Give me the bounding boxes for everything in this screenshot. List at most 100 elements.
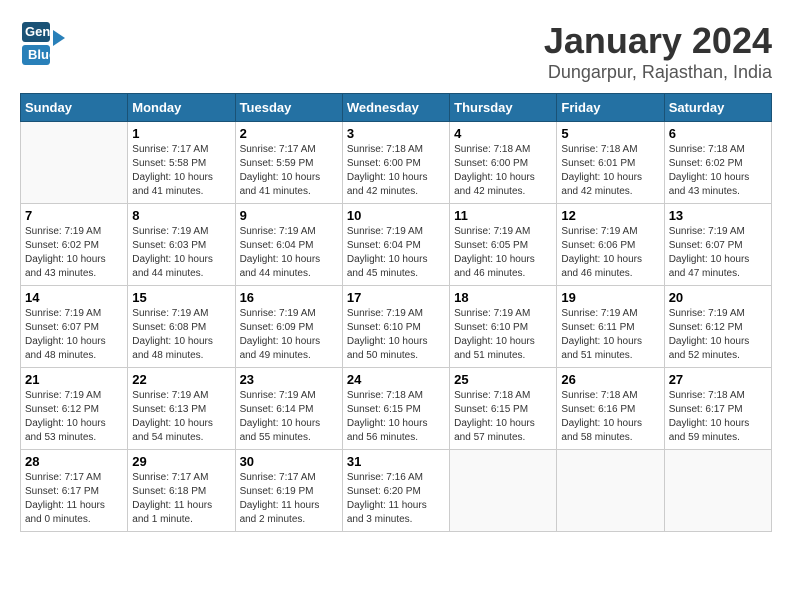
day-number: 17 <box>347 290 445 305</box>
calendar-cell: 12 Sunrise: 7:19 AM Sunset: 6:06 PM Dayli… <box>557 204 664 286</box>
day-info: Sunrise: 7:19 AM Sunset: 6:10 PM Dayligh… <box>347 307 445 363</box>
day-number: 11 <box>454 208 552 223</box>
day-number: 19 <box>561 290 659 305</box>
calendar-body: 1 Sunrise: 7:17 AM Sunset: 5:58 PM Daylig… <box>21 122 772 532</box>
day-info: Sunrise: 7:18 AM Sunset: 6:16 PM Dayligh… <box>561 389 659 445</box>
day-number: 16 <box>240 290 338 305</box>
day-number: 27 <box>669 372 767 387</box>
logo-svg: General Blue <box>20 20 80 70</box>
calendar-cell <box>664 450 771 532</box>
day-number: 8 <box>132 208 230 223</box>
day-info: Sunrise: 7:19 AM Sunset: 6:13 PM Dayligh… <box>132 389 230 445</box>
calendar-cell: 1 Sunrise: 7:17 AM Sunset: 5:58 PM Daylig… <box>128 122 235 204</box>
day-number: 6 <box>669 126 767 141</box>
day-number: 21 <box>25 372 123 387</box>
week-row-5: 28 Sunrise: 7:17 AM Sunset: 6:17 PM Dayli… <box>21 450 772 532</box>
calendar-cell: 20 Sunrise: 7:19 AM Sunset: 6:12 PM Dayli… <box>664 286 771 368</box>
calendar-cell: 13Sunrise: 7:19 AM Sunset: 6:07 PM Dayli… <box>664 204 771 286</box>
calendar-cell <box>21 122 128 204</box>
weekday-tuesday: Tuesday <box>235 94 342 122</box>
day-info: Sunrise: 7:19 AM Sunset: 6:08 PM Dayligh… <box>132 307 230 363</box>
day-number: 20 <box>669 290 767 305</box>
day-number: 28 <box>25 454 123 469</box>
weekday-wednesday: Wednesday <box>342 94 449 122</box>
calendar-cell: 27 Sunrise: 7:18 AM Sunset: 6:17 PM Dayli… <box>664 368 771 450</box>
calendar-cell: 14Sunrise: 7:19 AM Sunset: 6:07 PM Dayli… <box>21 286 128 368</box>
day-number: 13 <box>669 208 767 223</box>
day-number: 31 <box>347 454 445 469</box>
day-info: Sunrise: 7:19 AM Sunset: 6:12 PM Dayligh… <box>669 307 767 363</box>
day-info: Sunrise: 7:19 AM Sunset: 6:10 PM Dayligh… <box>454 307 552 363</box>
calendar-cell: 24 Sunrise: 7:18 AM Sunset: 6:15 PM Dayli… <box>342 368 449 450</box>
calendar-cell: 16 Sunrise: 7:19 AM Sunset: 6:09 PM Dayli… <box>235 286 342 368</box>
calendar-cell: 30Sunrise: 7:17 AM Sunset: 6:19 PM Dayli… <box>235 450 342 532</box>
logo: General Blue <box>20 20 80 70</box>
calendar-cell: 22 Sunrise: 7:19 AM Sunset: 6:13 PM Dayli… <box>128 368 235 450</box>
day-info: Sunrise: 7:18 AM Sunset: 6:02 PM Dayligh… <box>669 143 767 199</box>
weekday-sunday: Sunday <box>21 94 128 122</box>
day-info: Sunrise: 7:17 AM Sunset: 5:59 PM Dayligh… <box>240 143 338 199</box>
day-info: Sunrise: 7:19 AM Sunset: 6:02 PM Dayligh… <box>25 225 123 281</box>
day-number: 10 <box>347 208 445 223</box>
calendar-cell: 2 Sunrise: 7:17 AM Sunset: 5:59 PM Daylig… <box>235 122 342 204</box>
calendar-cell: 10 Sunrise: 7:19 AM Sunset: 6:04 PM Dayli… <box>342 204 449 286</box>
calendar-cell: 6 Sunrise: 7:18 AM Sunset: 6:02 PM Daylig… <box>664 122 771 204</box>
calendar-cell: 23 Sunrise: 7:19 AM Sunset: 6:14 PM Dayli… <box>235 368 342 450</box>
day-info: Sunrise: 7:18 AM Sunset: 6:15 PM Dayligh… <box>454 389 552 445</box>
day-number: 25 <box>454 372 552 387</box>
day-number: 4 <box>454 126 552 141</box>
day-info: Sunrise: 7:17 AM Sunset: 6:18 PM Dayligh… <box>132 471 230 527</box>
calendar-cell: 8Sunrise: 7:19 AM Sunset: 6:03 PM Daylig… <box>128 204 235 286</box>
day-info: Sunrise: 7:18 AM Sunset: 6:15 PM Dayligh… <box>347 389 445 445</box>
weekday-friday: Friday <box>557 94 664 122</box>
calendar-cell: 4 Sunrise: 7:18 AM Sunset: 6:00 PM Daylig… <box>450 122 557 204</box>
calendar-cell: 31 Sunrise: 7:16 AM Sunset: 6:20 PM Dayli… <box>342 450 449 532</box>
week-row-1: 1 Sunrise: 7:17 AM Sunset: 5:58 PM Daylig… <box>21 122 772 204</box>
day-info: Sunrise: 7:17 AM Sunset: 5:58 PM Dayligh… <box>132 143 230 199</box>
day-number: 30 <box>240 454 338 469</box>
month-title: January 2024 <box>544 20 772 62</box>
day-number: 29 <box>132 454 230 469</box>
svg-text:General: General <box>25 24 73 39</box>
day-number: 7 <box>25 208 123 223</box>
day-info: Sunrise: 7:19 AM Sunset: 6:04 PM Dayligh… <box>347 225 445 281</box>
calendar-cell: 15Sunrise: 7:19 AM Sunset: 6:08 PM Dayli… <box>128 286 235 368</box>
calendar-cell: 26 Sunrise: 7:18 AM Sunset: 6:16 PM Dayli… <box>557 368 664 450</box>
calendar-header: SundayMondayTuesdayWednesdayThursdayFrid… <box>21 94 772 122</box>
day-number: 2 <box>240 126 338 141</box>
day-number: 22 <box>132 372 230 387</box>
day-number: 23 <box>240 372 338 387</box>
day-number: 12 <box>561 208 659 223</box>
calendar-cell: 18Sunrise: 7:19 AM Sunset: 6:10 PM Dayli… <box>450 286 557 368</box>
day-info: Sunrise: 7:19 AM Sunset: 6:14 PM Dayligh… <box>240 389 338 445</box>
day-info: Sunrise: 7:18 AM Sunset: 6:01 PM Dayligh… <box>561 143 659 199</box>
calendar-cell <box>557 450 664 532</box>
weekday-monday: Monday <box>128 94 235 122</box>
calendar-cell: 19Sunrise: 7:19 AM Sunset: 6:11 PM Dayli… <box>557 286 664 368</box>
day-info: Sunrise: 7:19 AM Sunset: 6:05 PM Dayligh… <box>454 225 552 281</box>
weekday-saturday: Saturday <box>664 94 771 122</box>
day-info: Sunrise: 7:16 AM Sunset: 6:20 PM Dayligh… <box>347 471 445 527</box>
day-info: Sunrise: 7:18 AM Sunset: 6:17 PM Dayligh… <box>669 389 767 445</box>
svg-text:Blue: Blue <box>28 47 56 62</box>
weekday-thursday: Thursday <box>450 94 557 122</box>
day-info: Sunrise: 7:19 AM Sunset: 6:04 PM Dayligh… <box>240 225 338 281</box>
day-info: Sunrise: 7:18 AM Sunset: 6:00 PM Dayligh… <box>454 143 552 199</box>
day-number: 1 <box>132 126 230 141</box>
week-row-2: 7 Sunrise: 7:19 AM Sunset: 6:02 PM Daylig… <box>21 204 772 286</box>
calendar-cell: 21Sunrise: 7:19 AM Sunset: 6:12 PM Dayli… <box>21 368 128 450</box>
calendar-cell: 3Sunrise: 7:18 AM Sunset: 6:00 PM Daylig… <box>342 122 449 204</box>
day-info: Sunrise: 7:19 AM Sunset: 6:09 PM Dayligh… <box>240 307 338 363</box>
calendar-cell: 11 Sunrise: 7:19 AM Sunset: 6:05 PM Dayli… <box>450 204 557 286</box>
week-row-4: 21Sunrise: 7:19 AM Sunset: 6:12 PM Dayli… <box>21 368 772 450</box>
day-number: 5 <box>561 126 659 141</box>
day-info: Sunrise: 7:19 AM Sunset: 6:06 PM Dayligh… <box>561 225 659 281</box>
header: GeneralBlue January 2024 Dungarpur, Raja… <box>20 20 772 83</box>
week-row-3: 14Sunrise: 7:19 AM Sunset: 6:07 PM Dayli… <box>21 286 772 368</box>
day-number: 24 <box>347 372 445 387</box>
day-info: Sunrise: 7:17 AM Sunset: 6:17 PM Dayligh… <box>25 471 123 527</box>
day-number: 26 <box>561 372 659 387</box>
day-number: 14 <box>25 290 123 305</box>
weekday-header-row: SundayMondayTuesdayWednesdayThursdayFrid… <box>21 94 772 122</box>
day-info: Sunrise: 7:18 AM Sunset: 6:00 PM Dayligh… <box>347 143 445 199</box>
